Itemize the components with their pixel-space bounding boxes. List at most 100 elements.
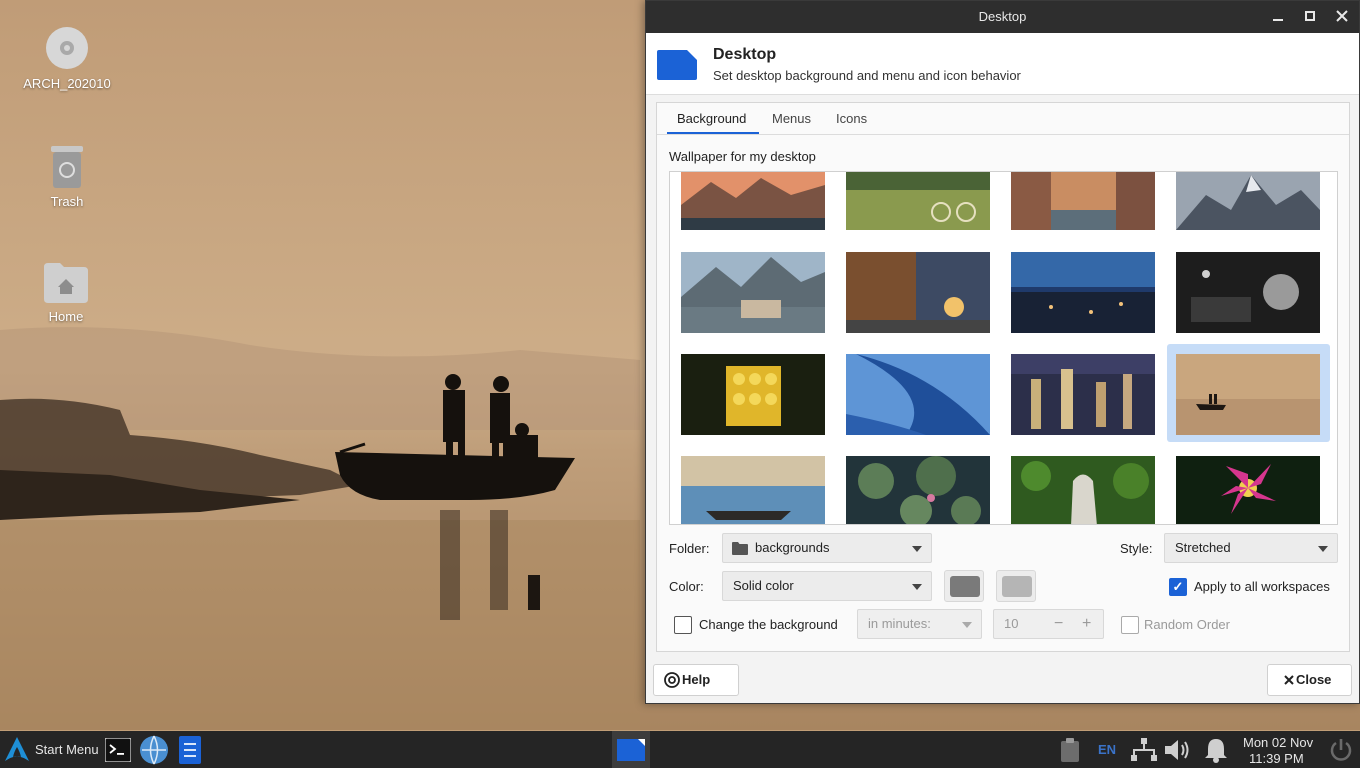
wallpaper-thumb[interactable] [1011,456,1155,524]
clipboard-icon [1061,738,1079,762]
close-window-button[interactable] [1332,7,1352,27]
keyboard-layout-indicator[interactable]: EN [1098,742,1116,757]
style-label: Style: [1120,541,1153,556]
dialog-header: Desktop Set desktop background and menu … [646,33,1359,95]
taskbar: Start Menu EN Mon 02 Nov 11:39 PM [0,731,1360,768]
wallpaper-thumb-selected[interactable] [1176,354,1320,435]
start-menu-button[interactable]: Start Menu [4,736,102,764]
notifications-tray-icon[interactable] [1204,737,1228,766]
wallpaper-thumb[interactable] [846,354,990,435]
trash-icon [51,146,83,188]
arch-logo-icon [5,737,29,761]
clock[interactable]: Mon 02 Nov 11:39 PM [1243,735,1323,767]
decrement-button[interactable]: − [1054,610,1063,638]
folder-label: Folder: [669,541,710,556]
help-label: Help [682,672,711,687]
file-manager-launcher[interactable] [179,736,201,767]
wallpaper-thumb[interactable] [846,456,990,524]
change-background-label[interactable]: Change the background [699,617,838,632]
apply-all-workspaces-label[interactable]: Apply to all workspaces [1194,579,1330,594]
dialog-title: Desktop [713,46,777,63]
clock-date: Mon 02 Nov [1243,735,1314,750]
home-folder-icon [44,263,88,303]
desktop-icon-label: ARCH_202010 [23,76,111,91]
primary-color-button[interactable] [944,570,984,602]
secondary-color-button[interactable] [996,570,1036,602]
window-title: Desktop [978,9,1027,24]
interval-spinbox[interactable]: 10 − + [993,609,1104,639]
wallpaper-thumb[interactable] [681,354,825,435]
power-button[interactable] [1328,737,1354,766]
taskbar-window-desktop[interactable] [612,731,650,768]
chevron-down-icon [912,584,922,590]
interval-unit-select[interactable]: in minutes: [857,609,982,639]
folder-value: backgrounds [755,540,830,555]
style-value: Stretched [1175,540,1231,555]
tab-menus[interactable]: Menus [772,111,811,126]
volume-icon [1165,740,1189,760]
minimize-icon [1273,19,1283,21]
wallpaper-label: Wallpaper for my desktop [669,149,816,164]
close-icon [1336,10,1348,22]
disc-icon [46,27,88,69]
wallpaper-thumb[interactable] [681,252,825,333]
increment-button[interactable]: + [1082,610,1091,638]
primary-color-swatch [950,576,980,597]
desktop-icon-label: Home [48,309,84,324]
wallpaper-thumb[interactable] [1176,252,1320,333]
apply-all-workspaces-checkbox[interactable]: ✓ [1169,578,1187,596]
network-icon [1131,738,1157,761]
network-tray-icon[interactable] [1131,738,1157,765]
desktop-icon-home[interactable]: Home [11,263,121,324]
dialog-subtitle: Set desktop background and menu and icon… [713,68,1021,83]
clipboard-tray-icon[interactable] [1060,738,1080,765]
style-select[interactable]: Stretched [1164,533,1338,563]
wallpaper-thumb[interactable] [681,172,825,230]
wallpaper-thumb[interactable] [1176,456,1320,524]
desktop-icon-trash[interactable]: Trash [12,146,122,209]
color-mode-select[interactable]: Solid color [722,571,932,601]
terminal-launcher[interactable] [104,737,132,765]
chevron-down-icon [1318,546,1328,552]
wallpaper-thumb[interactable] [681,456,825,524]
document-icon [179,736,201,764]
volume-tray-icon[interactable] [1165,738,1193,765]
browser-launcher[interactable] [139,735,169,768]
tab-bar: Background Menus Icons [657,103,1349,135]
wallpaper-thumb[interactable] [1176,172,1320,230]
close-label: Close [1296,672,1332,687]
window-titlebar[interactable]: Desktop [646,1,1359,33]
tab-icons[interactable]: Icons [836,111,867,126]
desktop-icon-label: Trash [50,194,84,209]
wallpaper-thumb[interactable] [1011,354,1155,435]
desktop-window-icon [617,739,645,761]
clock-time: 11:39 PM [1249,751,1304,766]
wallpaper-thumb[interactable] [846,252,990,333]
desktop-settings-window: Desktop Desktop Set desktop background a… [645,0,1360,704]
interval-value: 10 [1004,616,1019,631]
terminal-icon [104,737,132,763]
interval-unit-value: in minutes: [868,616,931,631]
random-order-label[interactable]: Random Order [1144,617,1230,632]
secondary-color-swatch [1002,576,1032,597]
help-button[interactable]: Help [653,664,739,696]
bell-icon [1205,739,1227,763]
wallpaper-grid[interactable] [669,171,1338,525]
folder-select[interactable]: backgrounds [722,533,932,563]
random-order-checkbox[interactable] [1121,616,1139,634]
start-menu-label: Start Menu [35,742,99,757]
wallpaper-thumb[interactable] [1011,252,1155,333]
close-button[interactable]: Close [1267,664,1352,696]
settings-panel: Background Menus Icons Wallpaper for my … [656,102,1350,652]
change-background-checkbox[interactable] [674,616,692,634]
wallpaper-thumb[interactable] [1011,172,1155,230]
maximize-icon [1305,11,1315,21]
folder-icon [732,542,748,555]
minimize-button[interactable] [1268,7,1288,27]
tab-background[interactable]: Background [677,111,746,126]
wallpaper-thumb[interactable] [846,172,990,230]
help-icon [664,672,680,688]
desktop-settings-icon [657,50,697,80]
desktop-icon-disc[interactable]: ARCH_202010 [12,26,122,91]
maximize-button[interactable] [1300,7,1320,27]
